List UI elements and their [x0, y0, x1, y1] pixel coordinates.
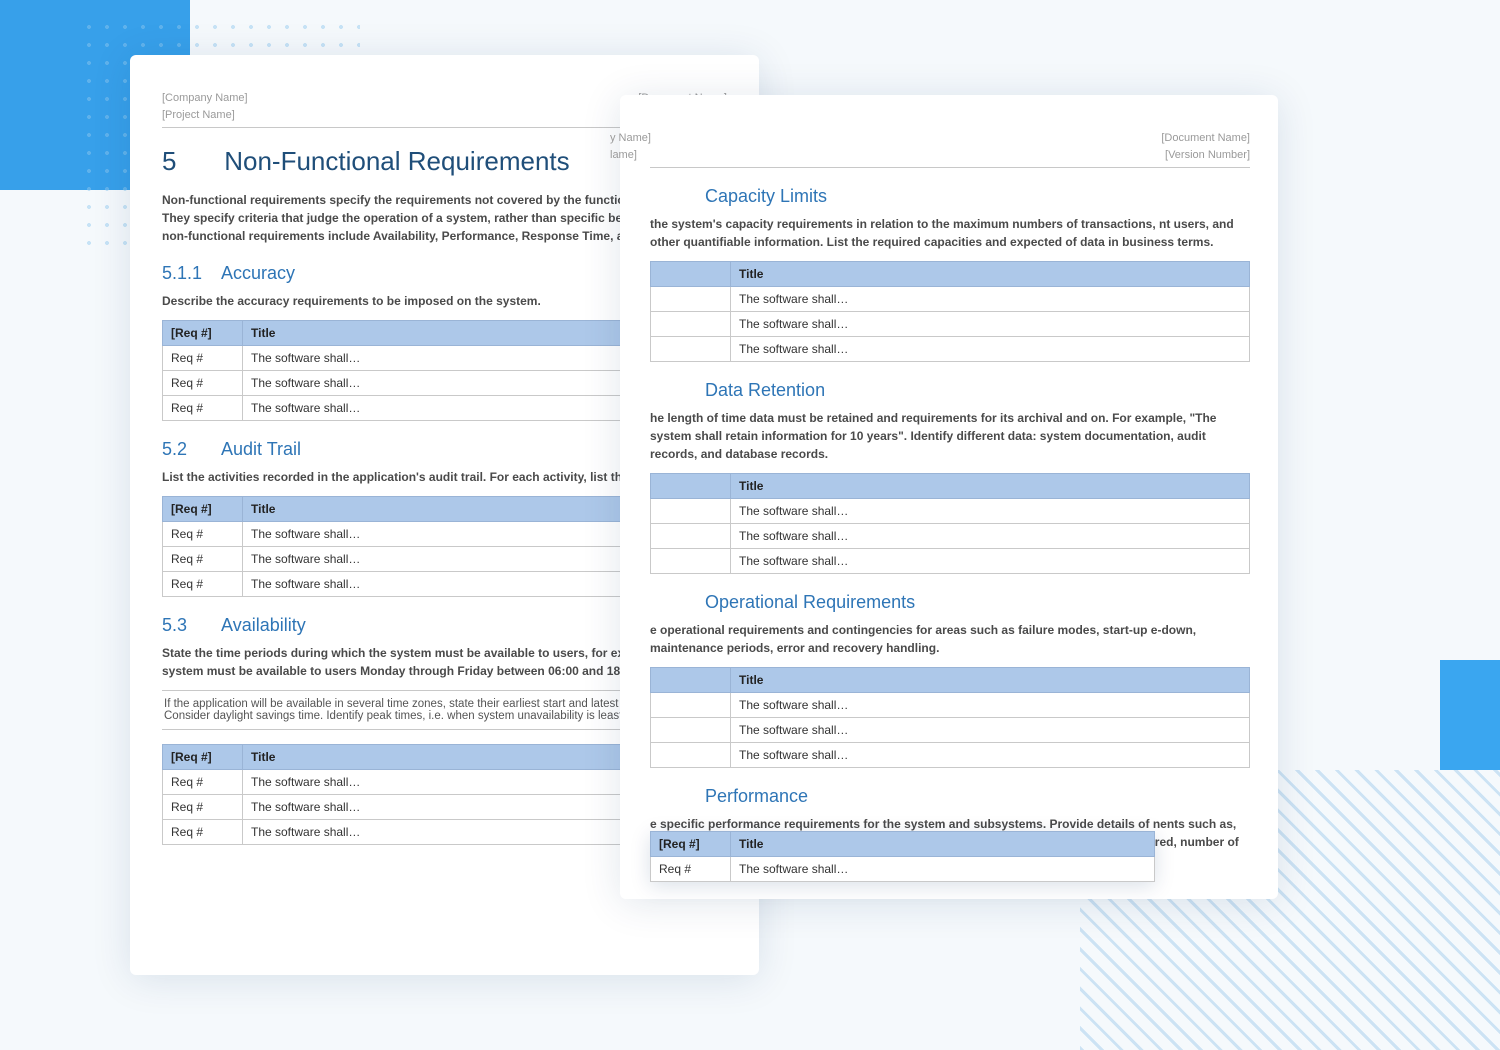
section-title: Non-Functional Requirements: [224, 146, 569, 176]
header-company: [Company Name]: [162, 92, 248, 104]
subsection-title: Operational Requirements: [705, 592, 915, 612]
table-row: The software shall…: [651, 312, 1250, 337]
subsection-title: Accuracy: [221, 263, 295, 283]
subsection-body: the system's capacity requirements in re…: [650, 215, 1250, 251]
subsection-number: 5.3: [162, 615, 217, 636]
requirements-table-operational: Title The software shall… The software s…: [650, 667, 1250, 768]
table-row: The software shall…: [651, 743, 1250, 768]
requirements-table-retention: Title The software shall… The software s…: [650, 473, 1250, 574]
subsection-title: Performance: [705, 786, 808, 806]
table-row: The software shall…: [651, 499, 1250, 524]
col-req: [651, 262, 731, 287]
subsection-number: 5.2: [162, 439, 217, 460]
decor-square-bottom: [1440, 660, 1500, 770]
subsection-heading-capacity: Capacity Limits: [650, 186, 1250, 207]
table-header-row: Title: [651, 262, 1250, 287]
col-req: [651, 668, 731, 693]
col-req: [651, 474, 731, 499]
table-row: Req # The software shall…: [651, 857, 1155, 882]
header-project-trunc: lame]: [610, 149, 637, 161]
subsection-title: Capacity Limits: [705, 186, 827, 206]
subsection-heading-operational: Operational Requirements: [650, 592, 1250, 613]
section-number: 5: [162, 146, 217, 177]
subsection-number: 5.1.1: [162, 263, 217, 284]
table-header-row: [Req #] Title: [651, 832, 1155, 857]
table-header-row: Title: [651, 474, 1250, 499]
header-company-trunc: y Name]: [610, 132, 651, 144]
page-header: y Name] lame] [Document Name] [Version N…: [650, 130, 1250, 168]
col-title: Title: [731, 474, 1250, 499]
subsection-title: Availability: [221, 615, 306, 635]
header-version: [Version Number]: [1165, 149, 1250, 161]
table-row: The software shall…: [651, 287, 1250, 312]
table-row: The software shall…: [651, 337, 1250, 362]
col-req: [Req #]: [163, 497, 243, 522]
col-req: [Req #]: [651, 832, 731, 857]
subsection-heading-retention: Data Retention: [650, 380, 1250, 401]
document-page-2: y Name] lame] [Document Name] [Version N…: [620, 95, 1278, 899]
requirements-table-capacity: Title The software shall… The software s…: [650, 261, 1250, 362]
table-row: The software shall…: [651, 524, 1250, 549]
header-project: [Project Name]: [162, 109, 235, 121]
requirements-table-performance-float: [Req #] Title Req # The software shall…: [650, 825, 1155, 892]
header-document: [Document Name]: [1161, 132, 1250, 144]
subsection-body: he length of time data must be retained …: [650, 409, 1250, 463]
subsection-body: e operational requirements and contingen…: [650, 621, 1250, 657]
table-row: The software shall…: [651, 549, 1250, 574]
subsection-title: Data Retention: [705, 380, 825, 400]
col-title: Title: [731, 668, 1250, 693]
subsection-title: Audit Trail: [221, 439, 301, 459]
subsection-heading-performance: Performance: [650, 786, 1250, 807]
col-title: Title: [731, 262, 1250, 287]
table-row: The software shall…: [651, 693, 1250, 718]
col-req: [Req #]: [163, 321, 243, 346]
table-row: The software shall…: [651, 718, 1250, 743]
col-title: Title: [731, 832, 1155, 857]
col-req: [Req #]: [163, 745, 243, 770]
table-header-row: Title: [651, 668, 1250, 693]
